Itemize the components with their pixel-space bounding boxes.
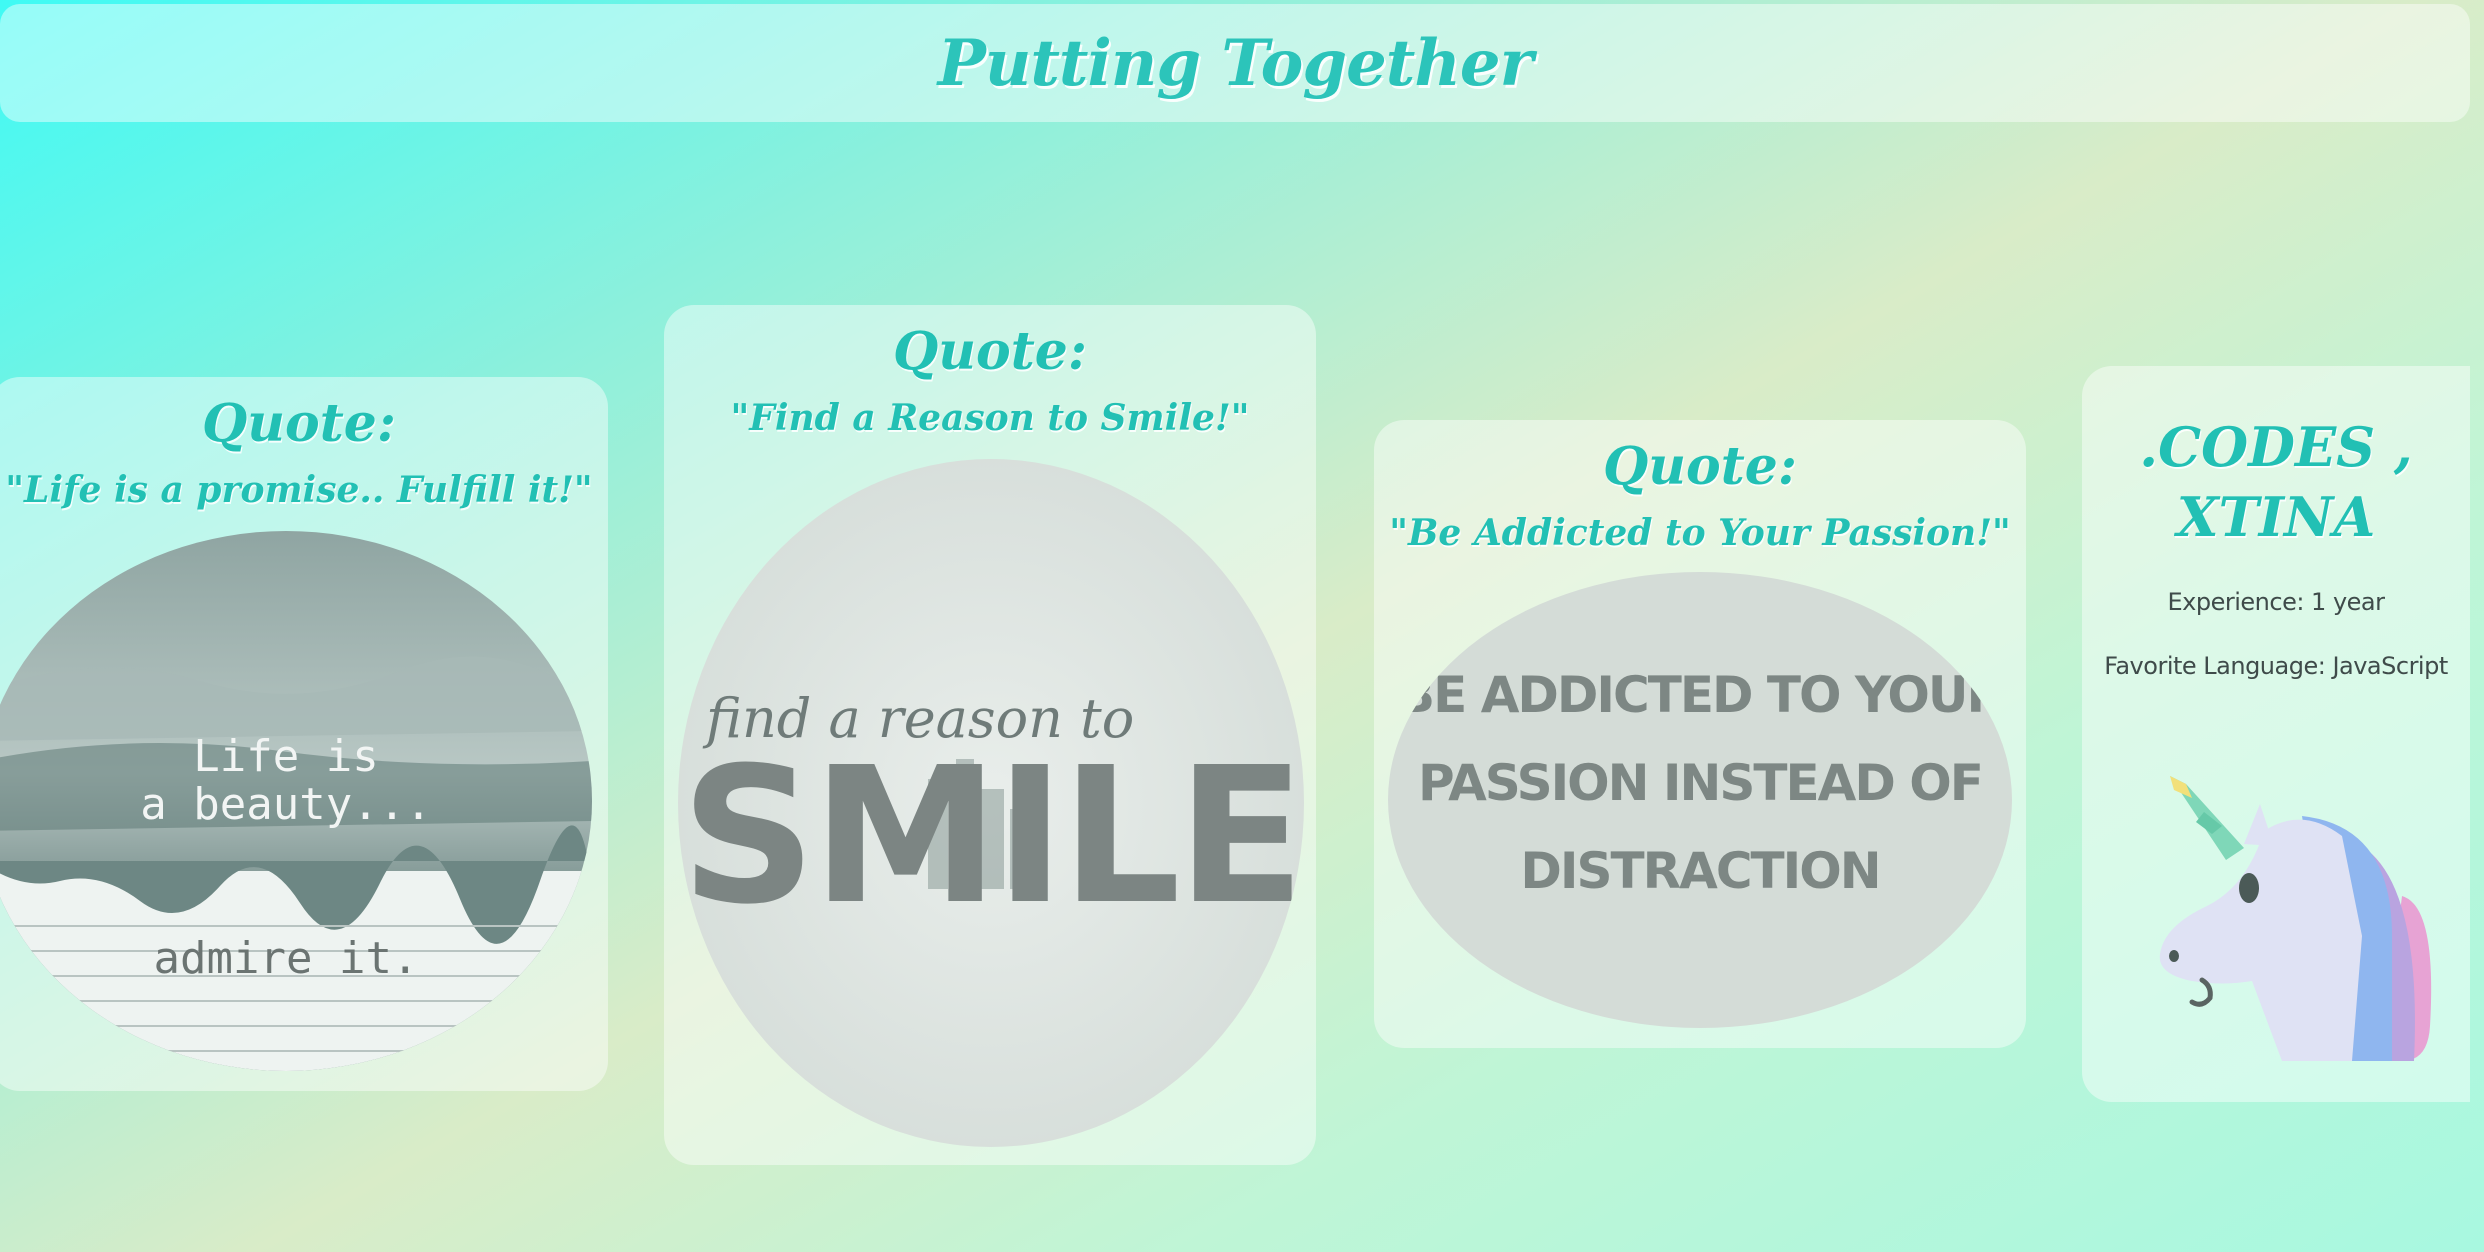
page-title: Putting Together [937, 25, 1534, 101]
quote-heading: Quote: [1602, 436, 1798, 497]
quote-image-passion: BE ADDICTED TO YOUR PASSION INSTEAD OF D… [1388, 572, 2012, 1028]
image-text-passion-1: BE ADDICTED TO YOUR [1397, 666, 2005, 724]
profile-experience: Experience: 1 year [2167, 588, 2386, 616]
profile-card: .CODES , XTINA Experience: 1 year Favori… [2082, 366, 2470, 1102]
image-text-smile: SMILE [680, 727, 1304, 946]
image-text-admire: admire it. [153, 933, 419, 984]
quote-heading: Quote: [201, 393, 397, 454]
quote-text: "Life is a promise.. Fulfill it!" [5, 469, 593, 511]
unicorn-icon [2152, 776, 2432, 1076]
quote-card-1: Quote: "Life is a promise.. Fulfill it!" [0, 377, 608, 1091]
header-banner: Putting Together [0, 4, 2470, 122]
image-text-beauty: a beauty... [140, 779, 432, 830]
quote-image-smile: find a reason to SMILE [678, 459, 1304, 1147]
profile-title-line2: XTINA [2176, 485, 2376, 549]
image-text-life: Life is [193, 731, 379, 782]
quote-heading: Quote: [892, 321, 1088, 382]
image-text-passion-2: PASSION INSTEAD OF [1418, 754, 1984, 812]
image-text-passion-3: DISTRACTION [1520, 842, 1881, 900]
profile-title-line1: .CODES , [2139, 415, 2413, 479]
quote-text: "Find a Reason to Smile!" [730, 397, 1250, 439]
quote-card-3: Quote: "Be Addicted to Your Passion!" BE… [1374, 420, 2026, 1048]
quote-text: "Be Addicted to Your Passion!" [1389, 512, 2011, 554]
profile-language: Favorite Language: JavaScript [2104, 652, 2448, 680]
quote-image-life: Life is a beauty... admire it. [0, 531, 592, 1071]
quote-card-2: Quote: "Find a Reason to Smile!" find a … [664, 305, 1316, 1165]
